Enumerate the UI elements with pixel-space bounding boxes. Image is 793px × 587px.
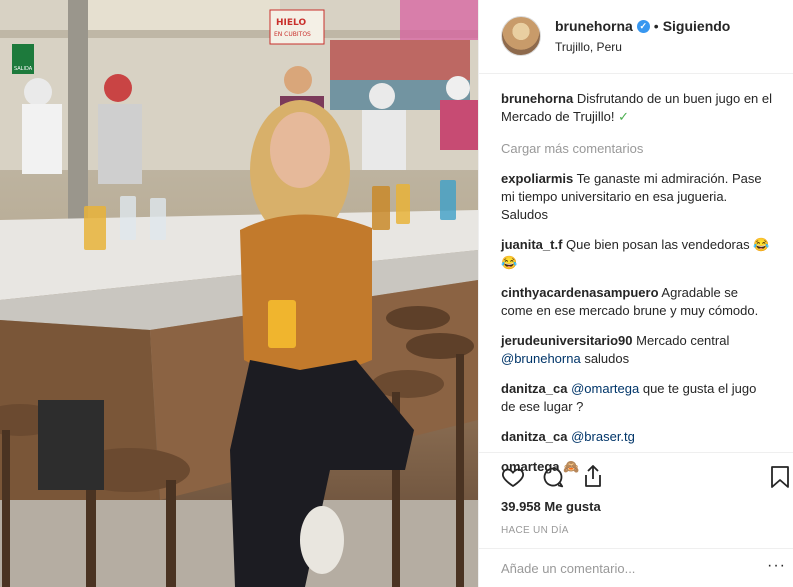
caption: brunehorna Disfrutando de un buen jugo e… [501,90,773,126]
comment-item: juanita_t.f Que bien posan las vendedora… [501,236,773,272]
comments-section: brunehorna Disfrutando de un buen jugo e… [501,90,773,488]
comment-text: Mercado central [636,333,730,348]
verified-badge-icon: ✓ [636,19,650,33]
market-scene: SALIDA HIELO EN CUBITOS [0,0,478,587]
like-count[interactable]: 39.958 Me gusta [501,499,601,514]
heart-icon[interactable] [501,465,525,492]
post-photo[interactable]: SALIDA HIELO EN CUBITOS [0,0,478,587]
comment-username[interactable]: jerudeuniversitario90 [501,333,633,348]
comment-item: cinthyacardenasampuero Agradable se come… [501,284,773,320]
post-timestamp[interactable]: HACE UN DÍA [501,525,569,536]
post-sidebar: brunehorna ✓ • Siguiendo Trujillo, Peru … [478,0,793,587]
following-button[interactable]: Siguiendo [663,18,731,34]
comment-item: expoliarmis Te ganaste mi admiración. Pa… [501,170,773,224]
comment-mention[interactable]: @omartega [571,381,639,396]
add-comment-input[interactable] [501,561,751,576]
comment-mention[interactable]: @braser.tg [571,429,635,444]
separator-dot: • [653,18,659,34]
post-header: brunehorna ✓ • Siguiendo Trujillo, Peru [479,0,793,74]
comment-username[interactable]: danitza_ca [501,429,567,444]
avatar[interactable] [501,16,541,56]
caption-username[interactable]: brunehorna [501,91,573,106]
comment-item: danitza_ca @omartega que te gusta el jug… [501,380,773,416]
svg-text:EN CUBITOS: EN CUBITOS [274,31,311,38]
comment-username[interactable]: juanita_t.f [501,237,562,252]
location-link[interactable]: Trujillo, Peru [555,40,785,54]
comment-mention[interactable]: @brunehorna [501,351,581,366]
comment-username[interactable]: danitza_ca [501,381,567,396]
add-comment-bar: ··· [479,548,793,587]
bookmark-icon[interactable] [769,465,791,492]
instagram-post: SALIDA HIELO EN CUBITOS brunehorna ✓ • S… [0,0,793,587]
svg-text:HIELO: HIELO [276,18,306,28]
comment-username[interactable]: expoliarmis [501,171,573,186]
check-icon: ✓ [618,109,629,124]
load-more-comments-button[interactable]: Cargar más comentarios [501,140,773,158]
comment-icon[interactable] [541,465,565,492]
comment-text-after: saludos [580,351,630,366]
svg-text:SALIDA: SALIDA [14,66,33,72]
comment-item: danitza_ca @braser.tg [501,428,773,446]
more-options-icon[interactable]: ··· [767,558,786,574]
header-text: brunehorna ✓ • Siguiendo Trujillo, Peru [555,18,785,54]
header-line: brunehorna ✓ • Siguiendo [555,18,785,34]
comment-item: jerudeuniversitario90 Mercado central @b… [501,332,773,368]
author-username[interactable]: brunehorna [555,18,633,34]
share-icon[interactable] [581,463,605,492]
comment-username[interactable]: cinthyacardenasampuero [501,285,659,300]
